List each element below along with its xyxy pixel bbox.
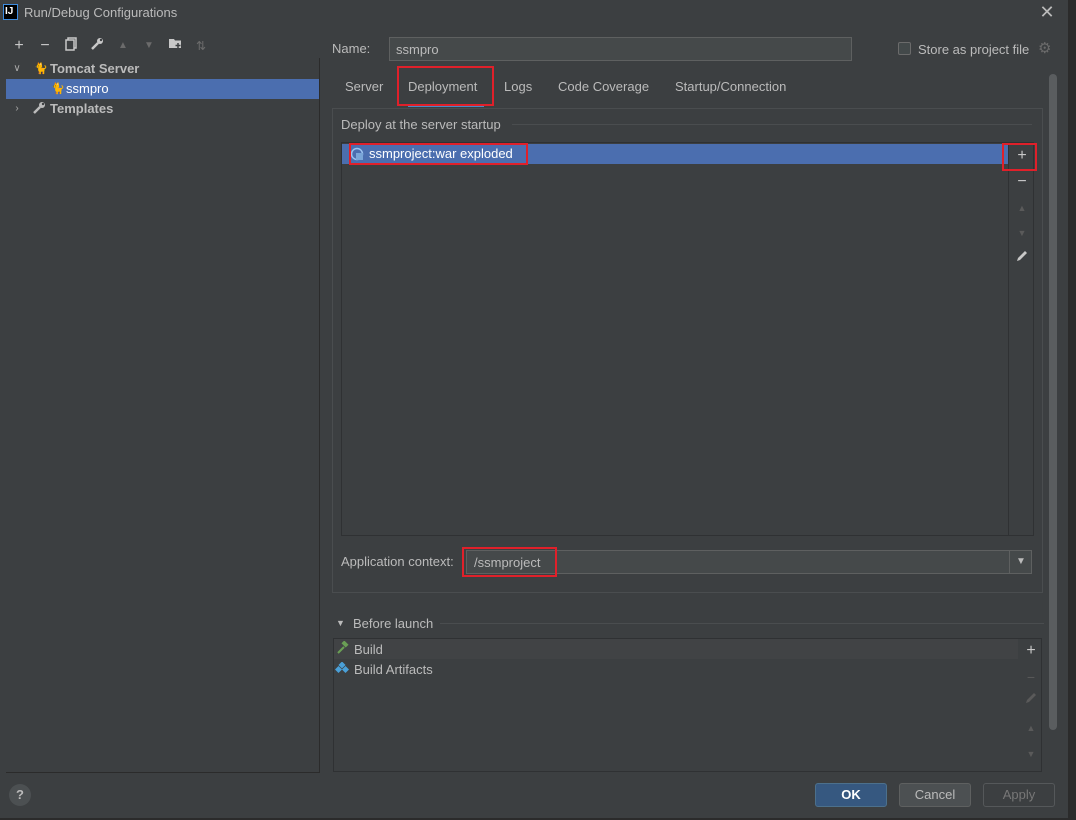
configuration-tree: ∨ 🐈 Tomcat Server 🐈 ssmpro › Templates — [6, 58, 320, 773]
vertical-scrollbar[interactable] — [1049, 74, 1057, 730]
edit-pencil-icon[interactable] — [1019, 691, 1043, 713]
wrench-icon — [32, 99, 46, 123]
move-down-icon[interactable]: ▼ — [140, 37, 158, 55]
chevron-right-icon[interactable]: › — [12, 99, 22, 119]
tree-item-templates[interactable]: › Templates — [6, 99, 319, 119]
help-button[interactable]: ? — [9, 784, 31, 806]
highlight-context — [462, 547, 557, 577]
tomcat-icon: 🐈 — [51, 83, 65, 95]
tomcat-icon: 🐈 — [34, 63, 48, 75]
chevron-down-icon[interactable]: ∨ — [12, 59, 22, 79]
list-item[interactable]: Build — [354, 642, 383, 657]
edit-pencil-icon[interactable] — [1010, 248, 1034, 270]
gear-icon[interactable]: ⚙ — [1038, 41, 1051, 56]
tab-code-coverage[interactable]: Code Coverage — [558, 78, 649, 104]
tree-item-label: Templates — [50, 101, 114, 116]
before-launch-separator — [440, 623, 1044, 624]
group-separator — [512, 124, 1032, 125]
before-launch-label: Before launch — [353, 616, 434, 631]
wrench-icon[interactable] — [88, 37, 106, 55]
store-as-project-file-checkbox[interactable] — [898, 42, 911, 55]
ok-button[interactable]: OK — [815, 783, 887, 807]
window-title: Run/Debug Configurations — [24, 5, 178, 20]
move-up-icon[interactable]: ▲ — [114, 37, 132, 55]
collapse-arrow-icon[interactable]: ▼ — [336, 618, 345, 628]
highlight-add-button — [1002, 143, 1037, 171]
tab-startup-connection[interactable]: Startup/Connection — [675, 78, 786, 104]
add-task-button[interactable]: + — [1019, 640, 1043, 662]
deploy-group-label: Deploy at the server startup — [341, 117, 501, 132]
highlight-deployment-tab — [397, 66, 494, 106]
add-configuration-button[interactable]: + — [10, 37, 28, 55]
apply-button[interactable]: Apply — [983, 783, 1055, 807]
close-icon[interactable]: ✕ — [1039, 3, 1055, 21]
new-folder-icon[interactable] — [166, 37, 184, 55]
name-label: Name: — [332, 41, 371, 56]
move-up-icon[interactable]: ▲ — [1019, 717, 1043, 739]
chevron-down-icon[interactable]: ▼ — [1009, 551, 1032, 573]
tab-server[interactable]: Server — [345, 78, 383, 104]
tree-item-label: ssmpro — [66, 81, 109, 96]
name-field[interactable]: ssmpro — [389, 37, 852, 61]
list-item[interactable]: Build Artifacts — [354, 662, 433, 677]
tree-item-ssmpro[interactable]: 🐈 ssmpro — [6, 79, 319, 99]
hammer-icon — [335, 640, 349, 658]
move-up-icon[interactable]: ▲ — [1010, 197, 1034, 219]
name-field-value: ssmpro — [396, 42, 439, 57]
move-down-icon[interactable]: ▼ — [1019, 743, 1043, 765]
tree-item-label: Tomcat Server — [50, 61, 140, 76]
cancel-button[interactable]: Cancel — [899, 783, 971, 807]
tree-item-tomcat-server[interactable]: ∨ 🐈 Tomcat Server — [6, 59, 319, 79]
tab-logs[interactable]: Logs — [504, 78, 532, 104]
highlight-artifact — [349, 143, 528, 165]
remove-artifact-button[interactable]: − — [1010, 171, 1034, 193]
copy-configuration-icon[interactable] — [62, 37, 80, 55]
list-item-row-bg — [334, 639, 1018, 659]
remove-task-button[interactable]: − — [1019, 666, 1043, 688]
artifacts-icon — [334, 661, 350, 679]
store-as-project-file-label: Store as project file — [918, 42, 1030, 57]
remove-configuration-button[interactable]: − — [36, 37, 54, 55]
sort-icon[interactable]: ⇅ — [192, 37, 210, 55]
deploy-artifacts-list[interactable] — [341, 142, 1009, 536]
move-down-icon[interactable]: ▼ — [1010, 222, 1034, 244]
intellij-app-icon: IJ — [3, 4, 18, 20]
application-context-label: Application context: — [341, 554, 454, 569]
